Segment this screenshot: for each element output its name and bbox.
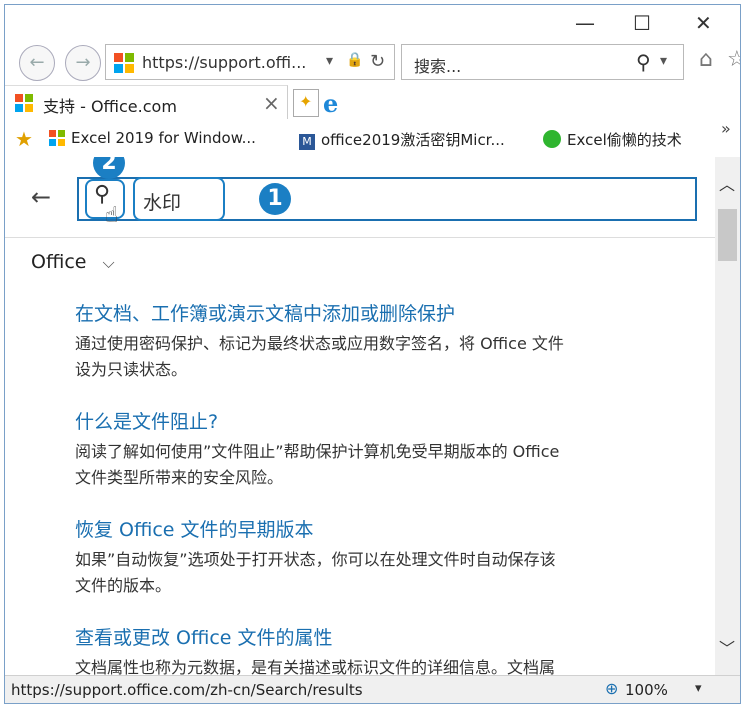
forward-arrow-icon: → [75, 52, 91, 73]
result-desc-line: 文件的版本。 [75, 576, 172, 595]
wechat-icon [543, 130, 561, 148]
search-dropdown-icon[interactable]: ▾ [660, 53, 667, 69]
maximize-button[interactable]: ☐ [633, 13, 651, 33]
result-desc-line: 如果”自动恢复”选项处于打开状态，你可以在处理文件时自动保存该 [75, 550, 556, 569]
zoom-dropdown-icon[interactable]: ▾ [695, 681, 702, 696]
microsoft-logo-icon [49, 130, 65, 146]
tab-support[interactable]: 支持 - Office.com × [5, 85, 288, 120]
favorite-label: Excel 2019 for Window... [71, 129, 256, 147]
address-dropdown-icon[interactable]: ▾ [326, 53, 333, 69]
favorites-star-icon[interactable]: ☆ [727, 47, 740, 72]
result-desc-line: 阅读了解如何使用”文件阻止”帮助保护计算机免受早期版本的 Office [75, 442, 560, 461]
favorite-item-excel-tips[interactable]: Excel偷懒的技术 [543, 129, 682, 150]
zoom-level[interactable]: 100% [625, 681, 668, 699]
zoom-icon: ⊕ [605, 679, 619, 698]
tab-title: 支持 - Office.com [43, 97, 177, 116]
vertical-scrollbar[interactable]: ︿ ﹀ [715, 157, 740, 675]
scroll-thumb[interactable] [718, 209, 737, 261]
chevron-down-icon: ⌵ [102, 253, 115, 272]
favorite-label: Excel偷懒的技术 [567, 131, 682, 149]
address-url[interactable]: https://support.offi... [142, 53, 306, 72]
browser-search-placeholder[interactable]: 搜索... [414, 53, 461, 77]
result-desc-line: 文件类型所带来的安全风险。 [75, 468, 284, 487]
favorite-item-excel2019[interactable]: Excel 2019 for Window... [49, 129, 256, 147]
favorites-more-icon[interactable]: » [721, 119, 731, 138]
result-title[interactable]: 在文档、工作簿或演示文稿中添加或删除保护 [75, 299, 455, 326]
close-button[interactable]: ✕ [695, 13, 712, 33]
support-search-bar[interactable]: ⚲ 水印 1 [77, 177, 697, 221]
status-url: https://support.office.com/zh-cn/Search/… [11, 681, 363, 699]
result-title[interactable]: 什么是文件阻止? [75, 407, 218, 434]
result-desc-line: 通过使用密码保护、标记为最终状态或应用数字签名，将 Office 文件 [75, 334, 564, 353]
result-desc-line: 设为只读状态。 [75, 360, 188, 379]
favorite-item-office2019[interactable]: Moffice2019激活密钥Micr... [299, 129, 505, 150]
minimize-button[interactable]: — [575, 13, 595, 33]
page-content: ← ⚲ 水印 1 2 ☝ Office ⌵ 在文档、工作簿或演示文稿中添加或删除… [5, 157, 715, 675]
lock-icon[interactable]: 🔒 [346, 52, 363, 68]
scroll-up-icon[interactable]: ︿ [719, 171, 735, 195]
new-tab-button[interactable]: ✦ [293, 89, 319, 117]
result-title[interactable]: 恢复 Office 文件的早期版本 [75, 515, 314, 542]
hand-cursor-icon: ☝ [105, 203, 119, 228]
address-bar[interactable]: https://support.offi... ▾ 🔒 ↻ [105, 44, 395, 80]
site-logo-icon: M [299, 134, 315, 150]
search-query-text: 水印 [143, 192, 182, 214]
page-back-arrow-icon[interactable]: ← [31, 183, 51, 211]
result-title[interactable]: 查看或更改 Office 文件的属性 [75, 623, 333, 650]
microsoft-logo-icon [15, 94, 33, 112]
new-tab-icon: ✦ [299, 92, 313, 111]
tab-close-icon[interactable]: × [263, 91, 280, 115]
ie-icon[interactable]: e [323, 89, 351, 118]
browser-search-box[interactable]: 搜索... ⚲ ▾ [401, 44, 684, 80]
refresh-icon[interactable]: ↻ [370, 51, 385, 72]
search-query-field[interactable]: 水印 [133, 177, 225, 221]
microsoft-logo-icon [114, 53, 134, 73]
divider [5, 237, 715, 238]
tab-row: 支持 - Office.com × ✦ e [5, 85, 740, 120]
category-filter[interactable]: Office ⌵ [31, 251, 115, 273]
back-arrow-icon: ← [29, 52, 45, 73]
favorite-label: office2019激活密钥Micr... [321, 131, 505, 149]
status-bar: https://support.office.com/zh-cn/Search/… [5, 675, 740, 703]
browser-window: — ☐ ✕ ← → https://support.offi... ▾ 🔒 ↻ … [4, 4, 741, 704]
step-badge-1: 1 [259, 183, 291, 215]
category-label: Office [31, 251, 87, 273]
result-desc-line: 文档属性也称为元数据，是有关描述或标识文件的详细信息。文档属 [75, 658, 556, 675]
favorites-bar: ★ Excel 2019 for Window... Moffice2019激活… [5, 119, 740, 158]
result-description: 阅读了解如何使用”文件阻止”帮助保护计算机免受早期版本的 Office 文件类型… [75, 439, 685, 491]
scroll-down-icon[interactable]: ﹀ [719, 635, 735, 659]
forward-button[interactable]: → [65, 45, 101, 81]
step-badge-2: 2 [93, 157, 125, 179]
back-button[interactable]: ← [19, 45, 55, 81]
result-description: 文档属性也称为元数据，是有关描述或标识文件的详细信息。文档属 [75, 655, 685, 675]
favorites-add-icon[interactable]: ★ [15, 127, 33, 151]
result-description: 通过使用密码保护、标记为最终状态或应用数字签名，将 Office 文件 设为只读… [75, 331, 685, 383]
search-icon[interactable]: ⚲ [636, 50, 651, 74]
result-description: 如果”自动恢复”选项处于打开状态，你可以在处理文件时自动保存该 文件的版本。 [75, 547, 685, 599]
home-icon[interactable]: ⌂ [699, 47, 713, 72]
